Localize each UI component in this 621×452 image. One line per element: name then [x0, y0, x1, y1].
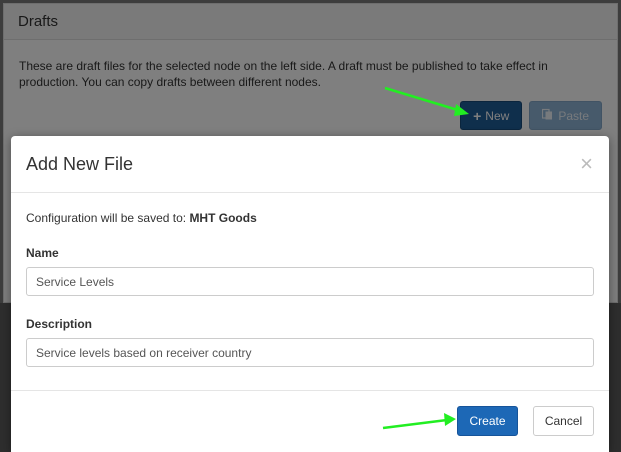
- dialog-title: Add New File: [26, 153, 134, 174]
- save-location-prefix: Configuration will be saved to:: [26, 211, 187, 225]
- cancel-button[interactable]: Cancel: [533, 406, 594, 436]
- name-field[interactable]: [26, 267, 594, 296]
- name-label: Name: [26, 246, 59, 260]
- description-label: Description: [26, 317, 93, 331]
- dialog-footer: Create Cancel: [11, 390, 609, 452]
- dialog-header: Add New File ×: [11, 136, 609, 193]
- create-button[interactable]: Create: [457, 406, 518, 436]
- close-icon[interactable]: ×: [580, 153, 593, 175]
- save-location: Configuration will be saved to: MHT Good…: [26, 211, 594, 225]
- add-new-file-dialog: Add New File × Configuration will be sav…: [11, 136, 609, 452]
- save-location-target: MHT Goods: [189, 211, 257, 225]
- description-field[interactable]: [26, 338, 594, 367]
- dialog-body: Configuration will be saved to: MHT Good…: [11, 193, 609, 388]
